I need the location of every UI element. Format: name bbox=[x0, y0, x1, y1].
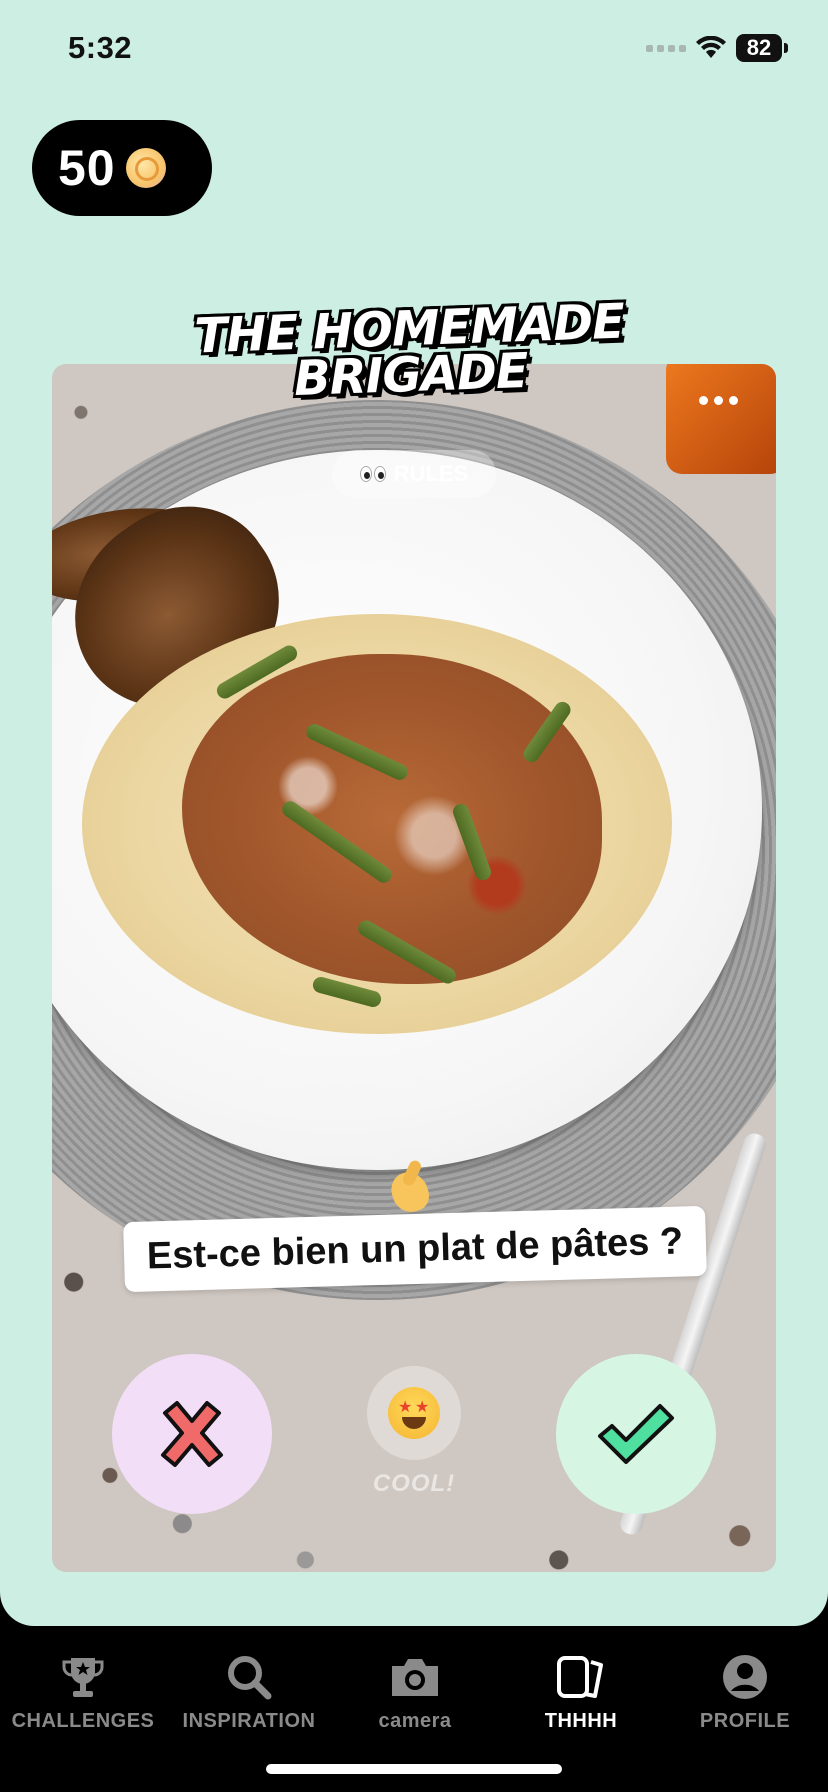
pinch-hand-icon bbox=[386, 1158, 438, 1216]
cool-reaction-button[interactable]: COOL! bbox=[362, 1366, 466, 1498]
wifi-icon bbox=[696, 36, 726, 58]
star-struck-icon bbox=[388, 1387, 440, 1439]
battery-level: 82 bbox=[736, 34, 782, 62]
x-icon bbox=[161, 1401, 223, 1467]
tab-label: PROFILE bbox=[699, 1710, 791, 1732]
cool-label: COOL! bbox=[372, 1470, 456, 1497]
more-options-button[interactable] bbox=[699, 396, 738, 405]
tab-thhhh[interactable]: THHHH bbox=[498, 1648, 664, 1733]
coin-balance[interactable]: 50 bbox=[32, 120, 212, 216]
coin-count: 50 bbox=[58, 140, 116, 196]
tab-label: CHALLENGES bbox=[11, 1710, 155, 1732]
tab-label: INSPIRATION bbox=[182, 1710, 316, 1732]
search-icon bbox=[228, 1656, 272, 1700]
tab-label: camera bbox=[378, 1710, 452, 1732]
coin-icon bbox=[125, 148, 166, 188]
camera-icon bbox=[392, 1659, 438, 1696]
tab-challenges[interactable]: CHALLENGES bbox=[0, 1648, 166, 1733]
tab-camera[interactable]: camera bbox=[332, 1648, 498, 1733]
rules-button[interactable]: RULES bbox=[332, 450, 496, 498]
challenge-title: THE HOMEMADE BRIGADE bbox=[159, 294, 662, 408]
check-icon bbox=[598, 1404, 674, 1464]
rules-label: RULES bbox=[393, 461, 469, 486]
status-icons: 82 bbox=[646, 34, 788, 62]
tab-label: THHHH bbox=[544, 1710, 618, 1732]
profile-icon bbox=[723, 1655, 767, 1699]
reject-button[interactable] bbox=[112, 1354, 272, 1514]
cellular-signal-icon bbox=[646, 44, 686, 52]
approve-button[interactable] bbox=[556, 1354, 716, 1514]
home-indicator[interactable] bbox=[266, 1764, 562, 1774]
main-screen: 5:32 82 50 THE HOMEMADE BRIGADE RULES Es… bbox=[0, 0, 828, 1626]
battery-icon: 82 bbox=[736, 34, 788, 62]
tab-profile[interactable]: PROFILE bbox=[662, 1648, 828, 1733]
background-can bbox=[666, 364, 776, 474]
food-photo-card[interactable]: RULES Est-ce bien un plat de pâtes ? COO… bbox=[52, 364, 776, 1572]
cards-icon bbox=[557, 1656, 603, 1698]
trophy-icon bbox=[62, 1658, 104, 1697]
status-time: 5:32 bbox=[68, 30, 133, 65]
cool-reaction-circle bbox=[367, 1366, 461, 1460]
question-text: Est-ce bien un plat de pâtes ? bbox=[123, 1205, 707, 1293]
tab-inspiration[interactable]: INSPIRATION bbox=[166, 1648, 332, 1733]
eyes-icon bbox=[359, 466, 386, 482]
